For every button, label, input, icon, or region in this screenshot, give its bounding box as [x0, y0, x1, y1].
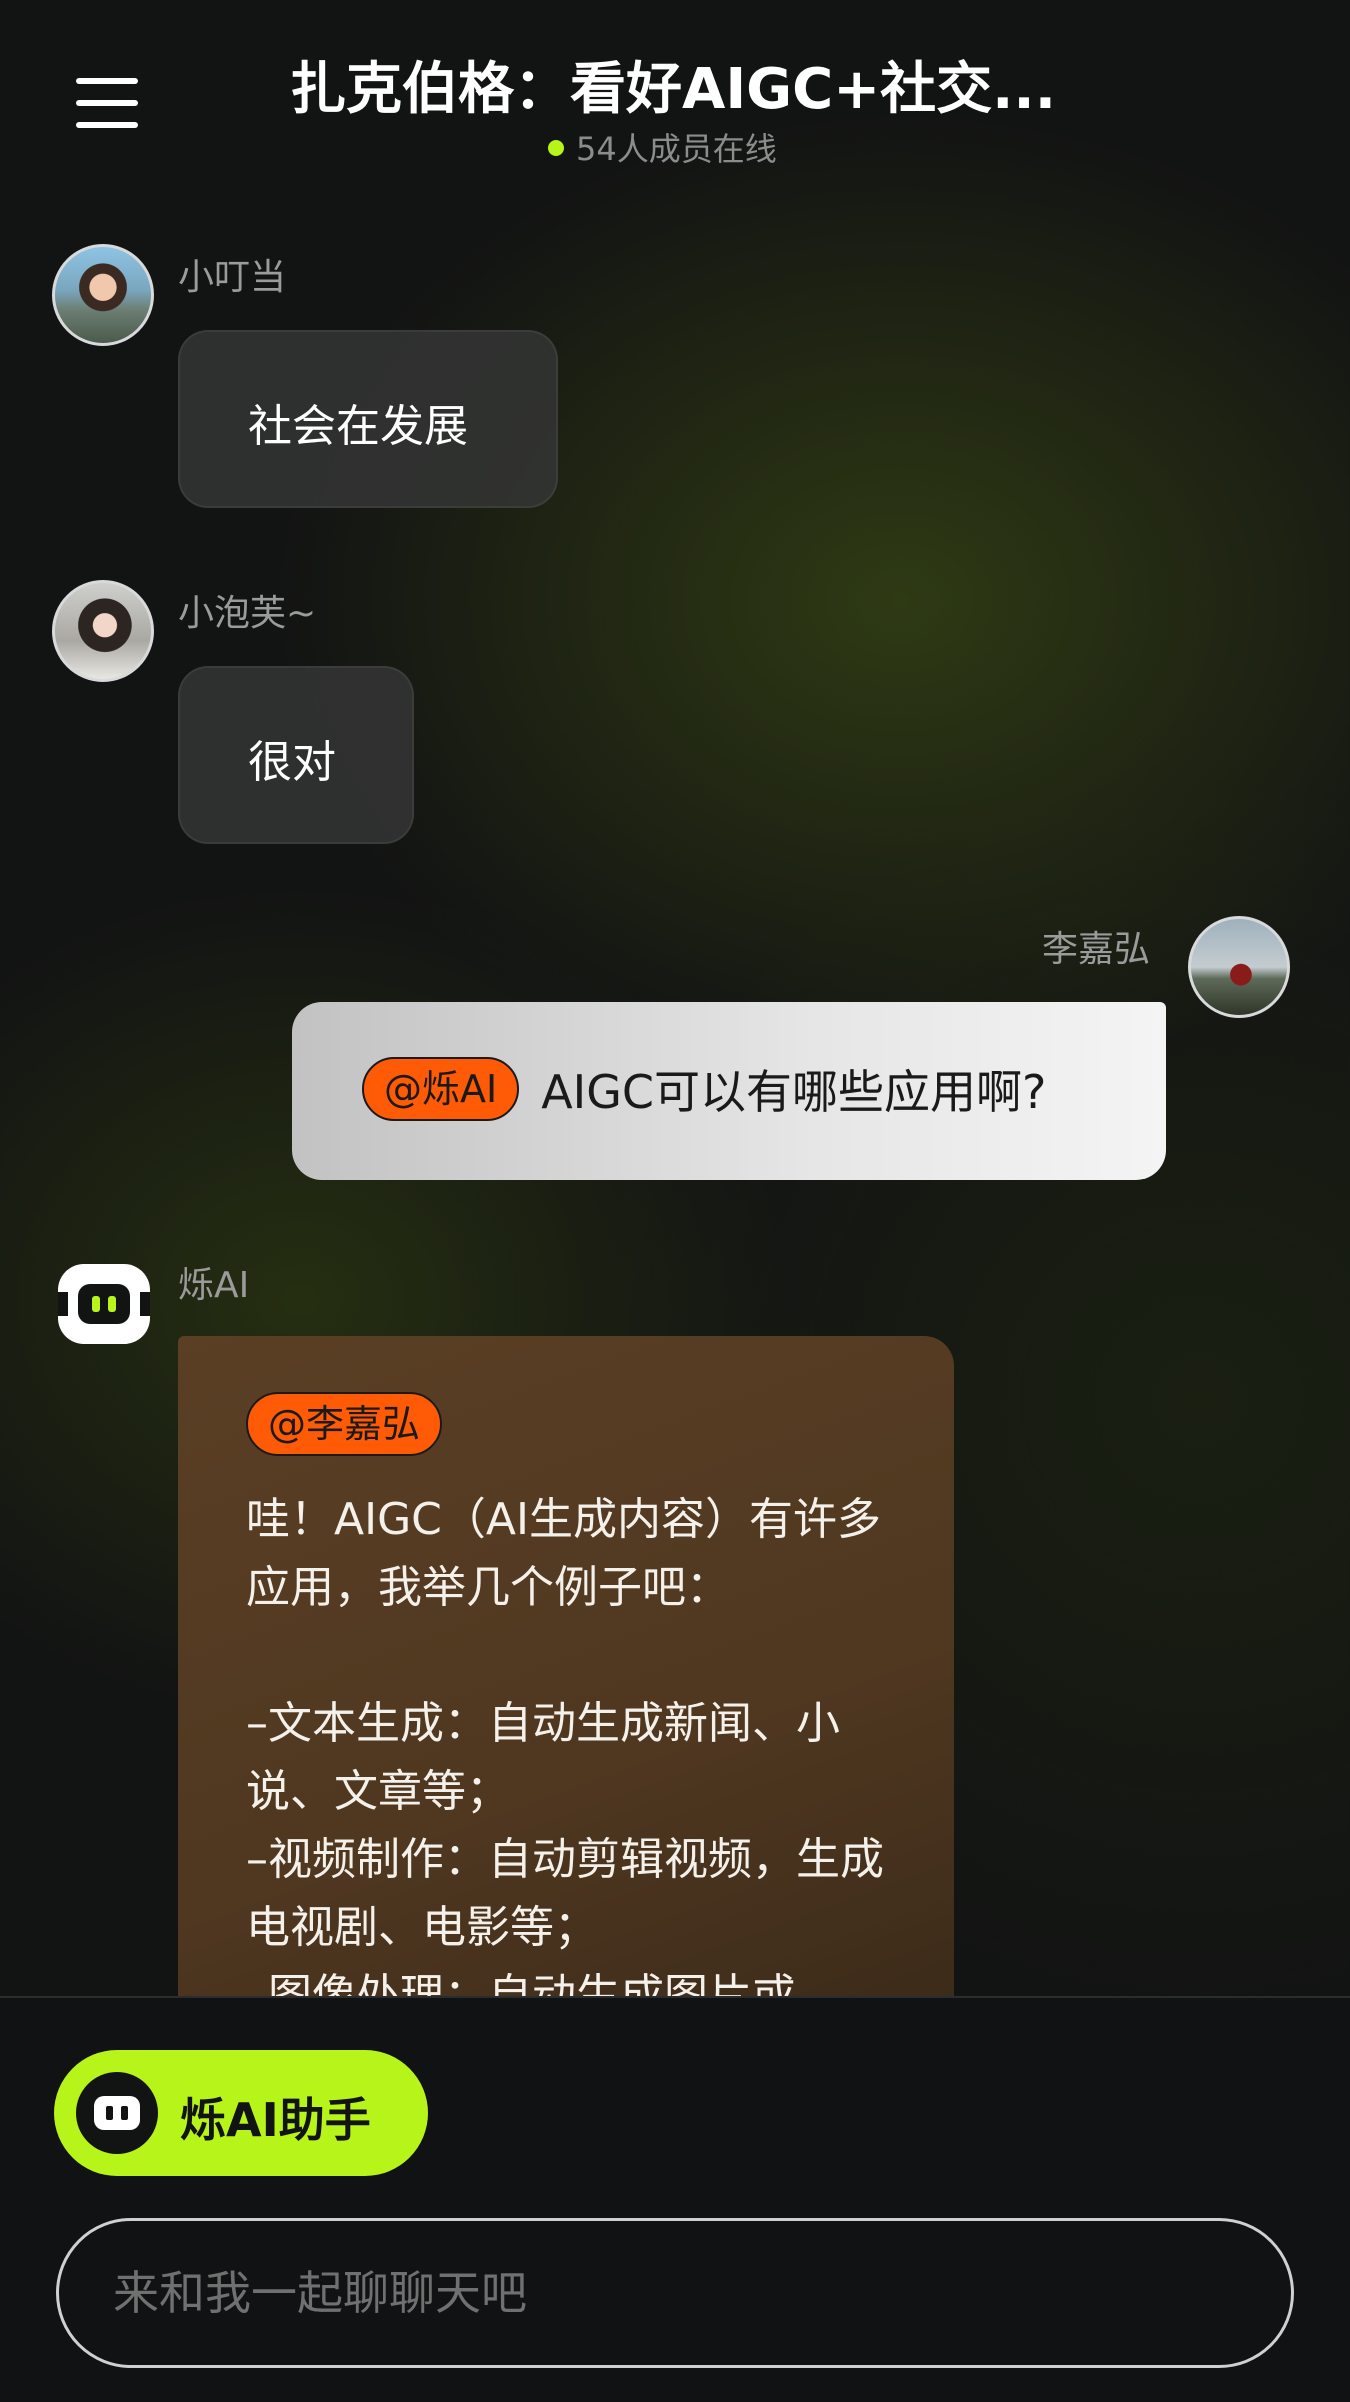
ai-bot-icon[interactable] [58, 1264, 150, 1344]
chat-input[interactable] [56, 2218, 1294, 2368]
online-dot-icon [548, 140, 564, 156]
message-text: 很对 [248, 737, 336, 788]
ai-assistant-label: 烁AI助手 [180, 2093, 371, 2147]
sender-name: 李嘉弘 [1042, 929, 1151, 970]
mention-tag[interactable]: @李嘉弘 [246, 1392, 443, 1456]
sender-name: 小叮当 [178, 257, 287, 298]
message-text: AIGC可以有哪些应用啊? [541, 1065, 1047, 1119]
ai-assistant-button[interactable]: 烁AI助手 [54, 2050, 428, 2176]
avatar[interactable] [1188, 916, 1290, 1018]
message-text: 社会在发展 [248, 401, 468, 452]
online-count: 54人成员在线 [576, 130, 777, 168]
message-bubble[interactable]: @李嘉弘 哇！AIGC（AI生成内容）有许多应用，我举几个例子吧： –文本生成：… [178, 1336, 954, 2036]
message-text: 哇！AIGC（AI生成内容）有许多应用，我举几个例子吧： –文本生成：自动生成新… [246, 1494, 884, 2021]
message-bubble[interactable]: 社会在发展 [178, 330, 558, 508]
sender-name: 烁AI [178, 1265, 250, 1306]
message-bubble[interactable]: @烁AI AIGC可以有哪些应用啊? [292, 1002, 1166, 1180]
page-title: 扎克伯格：看好AIGC+社交... [290, 57, 1056, 122]
robot-icon [76, 2072, 158, 2154]
mention-tag[interactable]: @烁AI [362, 1057, 520, 1121]
menu-icon[interactable] [76, 78, 138, 128]
message-bubble[interactable]: 很对 [178, 666, 414, 844]
online-status: 54人成员在线 [548, 124, 777, 170]
avatar[interactable] [52, 244, 154, 346]
sender-name: 小泡芙~ [178, 593, 317, 634]
avatar[interactable] [52, 580, 154, 682]
